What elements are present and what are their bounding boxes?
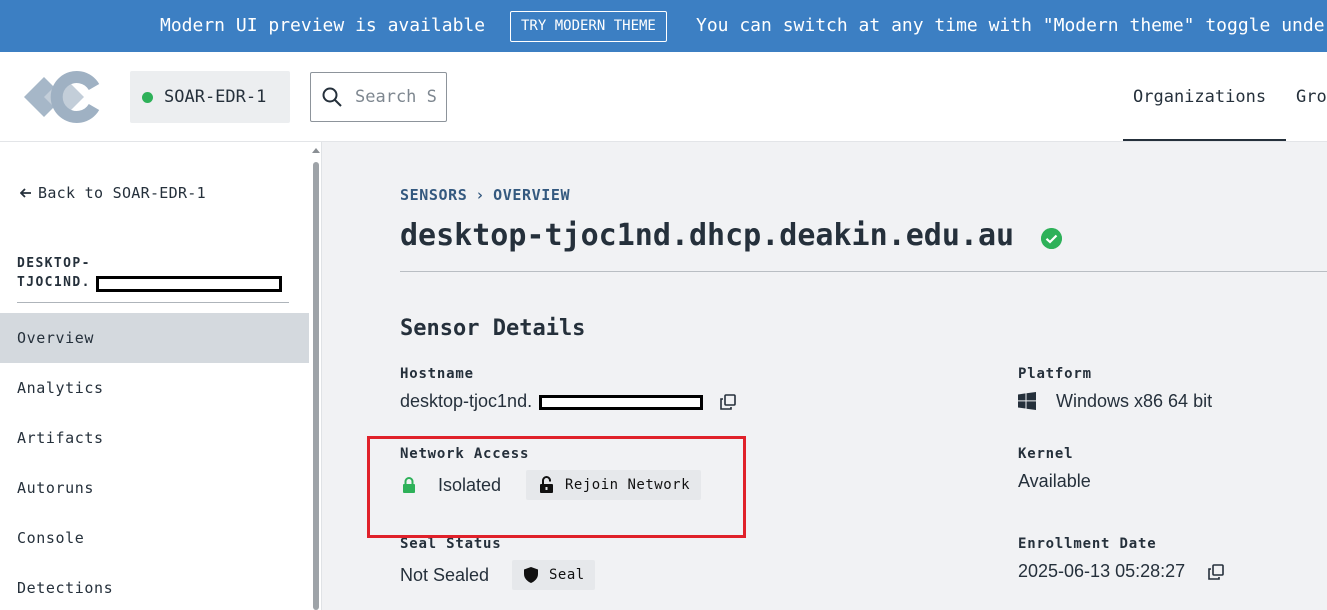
copy-icon[interactable]	[720, 394, 736, 410]
top-header: SOAR-EDR-1 Organizations Gro	[0, 52, 1327, 142]
sidebar: Back to SOAR-EDR-1 DESKTOP- TJOC1ND. Ove…	[0, 142, 322, 610]
shield-icon	[524, 567, 538, 583]
limacharlie-logo-icon[interactable]	[22, 66, 102, 128]
org-selector[interactable]: SOAR-EDR-1	[130, 71, 290, 123]
seal-label: Seal	[549, 567, 585, 583]
enrollment-date-value: 2025-06-13 05:28:27	[1018, 561, 1186, 581]
back-label: Back to SOAR-EDR-1	[38, 184, 206, 202]
back-arrow-icon	[19, 184, 38, 202]
page-title: desktop-tjoc1nd.dhcp.deakin.edu.au	[400, 218, 1015, 253]
breadcrumb-separator: ›	[475, 186, 486, 204]
nav-organizations[interactable]: Organizations	[1133, 87, 1266, 107]
banner-hint: You can switch at any time with "Modern …	[696, 15, 1325, 36]
try-modern-theme-button[interactable]: TRY MODERN THEME	[510, 11, 667, 42]
sidebar-item-overview[interactable]: Overview	[0, 313, 309, 363]
org-name: SOAR-EDR-1	[164, 87, 267, 107]
copy-icon[interactable]	[1208, 564, 1224, 580]
scroll-up-arrow-icon[interactable]	[312, 148, 320, 153]
banner-message: Modern UI preview is available	[160, 15, 486, 36]
nav-active-underline	[1123, 139, 1286, 141]
main-content: SENSORS › OVERVIEW desktop-tjoc1nd.dhcp.de…	[323, 142, 1327, 610]
breadcrumb: SENSORS › OVERVIEW	[400, 186, 570, 204]
sidebar-item-console[interactable]: Console	[0, 513, 309, 563]
sidebar-item-detections[interactable]: Detections	[0, 563, 309, 610]
redaction-box	[96, 276, 282, 292]
sidebar-scrollbar[interactable]	[313, 162, 319, 610]
host-title-line1: DESKTOP-	[17, 256, 91, 271]
sidebar-item-autoruns[interactable]: Autoruns	[0, 463, 309, 513]
back-link[interactable]: Back to SOAR-EDR-1	[19, 184, 206, 202]
enrollment-date-label: Enrollment Date	[1018, 536, 1157, 552]
seal-status-value: Not Sealed	[400, 565, 490, 585]
nav-groups[interactable]: Gro	[1296, 87, 1327, 107]
search-box[interactable]	[310, 72, 447, 122]
windows-icon	[1018, 392, 1036, 410]
breadcrumb-overview[interactable]: OVERVIEW	[493, 186, 570, 204]
divider	[17, 302, 289, 303]
platform-label: Platform	[1018, 366, 1092, 382]
section-title: Sensor Details	[400, 316, 586, 341]
kernel-label: Kernel	[1018, 446, 1074, 462]
red-highlight-box	[367, 436, 746, 538]
seal-button[interactable]: Seal	[512, 560, 595, 590]
online-check-icon	[1041, 228, 1062, 249]
search-input[interactable]	[355, 83, 446, 111]
sidebar-item-analytics[interactable]: Analytics	[0, 363, 309, 413]
seal-status-label: Seal Status	[400, 536, 502, 552]
breadcrumb-sensors[interactable]: SENSORS	[400, 186, 467, 204]
redaction-box	[539, 395, 703, 410]
title-divider	[400, 271, 1327, 272]
sidebar-item-artifacts[interactable]: Artifacts	[0, 413, 309, 463]
hostname-label: Hostname	[400, 366, 474, 382]
kernel-value: Available	[1018, 471, 1091, 491]
search-icon	[322, 87, 342, 107]
org-status-dot	[142, 92, 153, 103]
modern-ui-banner: Modern UI preview is available TRY MODER…	[0, 0, 1327, 52]
hostname-value: desktop-tjoc1nd.	[400, 391, 533, 411]
platform-value: Windows x86 64 bit	[1056, 391, 1213, 411]
